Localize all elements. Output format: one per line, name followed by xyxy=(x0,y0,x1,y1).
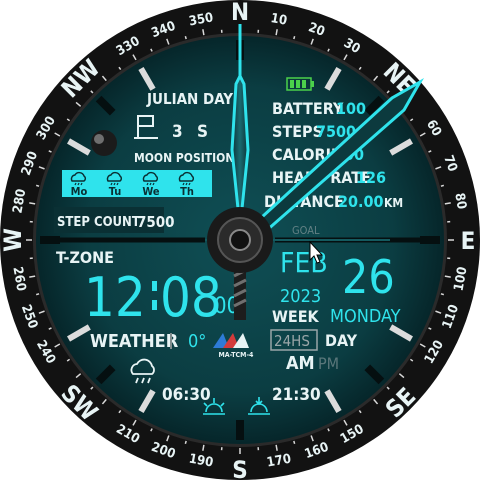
cardinal-w: W xyxy=(0,228,27,252)
day-label: DAY xyxy=(325,331,358,350)
date-day: 26 xyxy=(342,250,395,304)
format-24h: 24HS xyxy=(274,332,310,350)
moon-position-label: MOON POSITION xyxy=(134,151,234,165)
heart-rate-value: 126 xyxy=(356,168,386,187)
bezel-tick xyxy=(203,29,204,35)
step-goal-label: GOAL xyxy=(292,224,320,237)
cardinal-n: N xyxy=(231,0,249,26)
timezone-label: T-ZONE xyxy=(56,248,114,267)
watch-face-screen: N S E W NE NW SE SW 10203060708010011012… xyxy=(0,0,480,480)
am-indicator: AM xyxy=(286,353,315,374)
bezel-tick xyxy=(294,36,295,39)
bezel-tick xyxy=(276,445,277,451)
cardinal-s: S xyxy=(232,456,248,480)
time-colon xyxy=(152,281,157,291)
degree-label: 80 xyxy=(451,192,469,211)
distance-value: 20.00 xyxy=(338,192,384,211)
bezel-tick xyxy=(294,441,295,444)
distance-unit: KM xyxy=(384,196,403,210)
battery-value: 100 xyxy=(336,99,366,118)
watch-face: N S E W NE NW SE SW 10203060708010011012… xyxy=(0,0,480,480)
date-month: FEB xyxy=(280,246,328,279)
julian-day-value: 3 xyxy=(172,122,183,142)
bezel-tick xyxy=(29,276,35,277)
moon-phase-icon xyxy=(91,130,117,156)
bezel-tick xyxy=(36,294,39,295)
weekday: MONDAY xyxy=(330,306,401,327)
pm-indicator: PM xyxy=(318,354,339,373)
bezel-tick xyxy=(441,294,444,295)
time-hours: 12 xyxy=(84,266,146,329)
bezel-tick xyxy=(445,276,451,277)
sunrise-time: 06:30 xyxy=(162,385,211,405)
weather-temp: 0° xyxy=(188,331,206,352)
step-count-label: STEP COUNT xyxy=(57,215,140,230)
battery-label: BATTERY xyxy=(272,99,344,118)
bezel-tick xyxy=(276,29,277,35)
step-count-value: 7500 xyxy=(137,213,175,231)
date-year: 2023 xyxy=(280,286,321,307)
time-minutes: 08 xyxy=(160,266,222,329)
bezel-tick xyxy=(29,203,35,204)
bezel-tick xyxy=(203,445,204,451)
forecast-day: Th xyxy=(180,185,194,198)
brand-name: MA-TCM-4 xyxy=(219,351,255,359)
bezel-tick xyxy=(445,203,451,204)
julian-day-label: JULIAN DAY xyxy=(146,90,233,108)
sunset-time: 21:30 xyxy=(272,385,321,405)
forecast-day: Tu xyxy=(109,185,122,198)
bezel-tick xyxy=(185,36,186,39)
degree-label: 10 xyxy=(269,11,288,29)
week-label: WEEK xyxy=(272,307,320,326)
bezel-tick xyxy=(185,441,186,444)
forecast-day: We xyxy=(142,185,160,198)
forecast-day: Mo xyxy=(71,185,88,198)
cardinal-e: E xyxy=(461,227,476,255)
bezel-tick xyxy=(36,185,39,186)
bezel-tick xyxy=(441,185,444,186)
julian-day-unit: S xyxy=(197,122,208,142)
weather-label: WEATHER xyxy=(90,331,179,352)
